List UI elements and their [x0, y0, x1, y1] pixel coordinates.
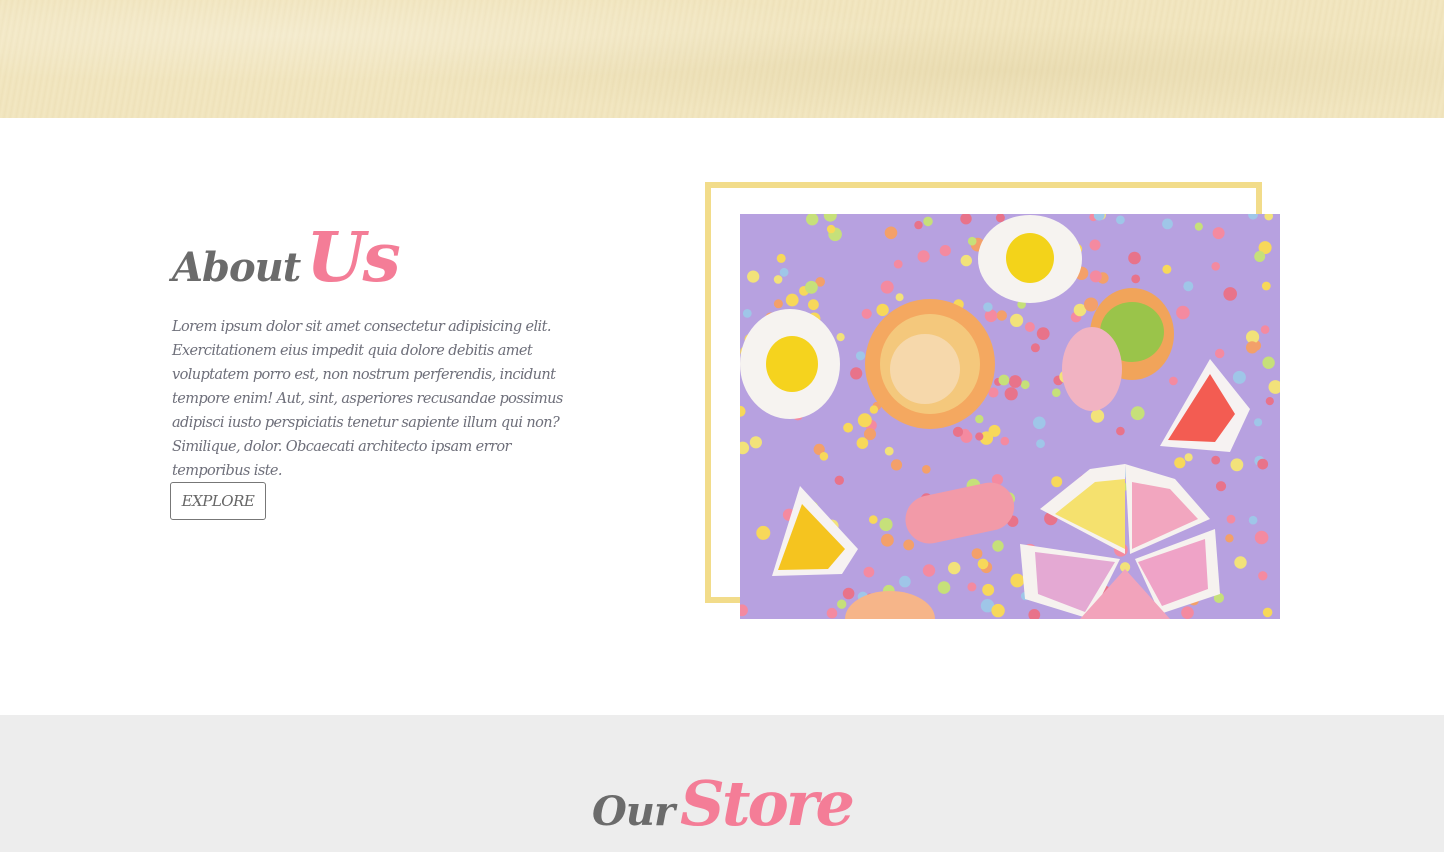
store-heading-accent: Store — [680, 767, 855, 840]
about-paragraph: Lorem ipsum dolor sit amet consectetur a… — [172, 319, 563, 479]
explore-button[interactable]: EXPLORE — [170, 482, 266, 520]
hero-banner-texture — [0, 0, 1444, 118]
about-section: AboutUs Lorem ipsum dolor sit amet conse… — [0, 118, 1444, 715]
store-heading: OurStore — [0, 767, 1444, 840]
about-heading-plain: About — [172, 244, 301, 291]
about-heading-accent: Us — [306, 218, 401, 298]
store-heading-plain: Our — [592, 788, 675, 835]
about-heading: AboutUs — [172, 218, 401, 298]
store-section: OurStore — [0, 715, 1444, 852]
candy-photo — [740, 214, 1280, 619]
